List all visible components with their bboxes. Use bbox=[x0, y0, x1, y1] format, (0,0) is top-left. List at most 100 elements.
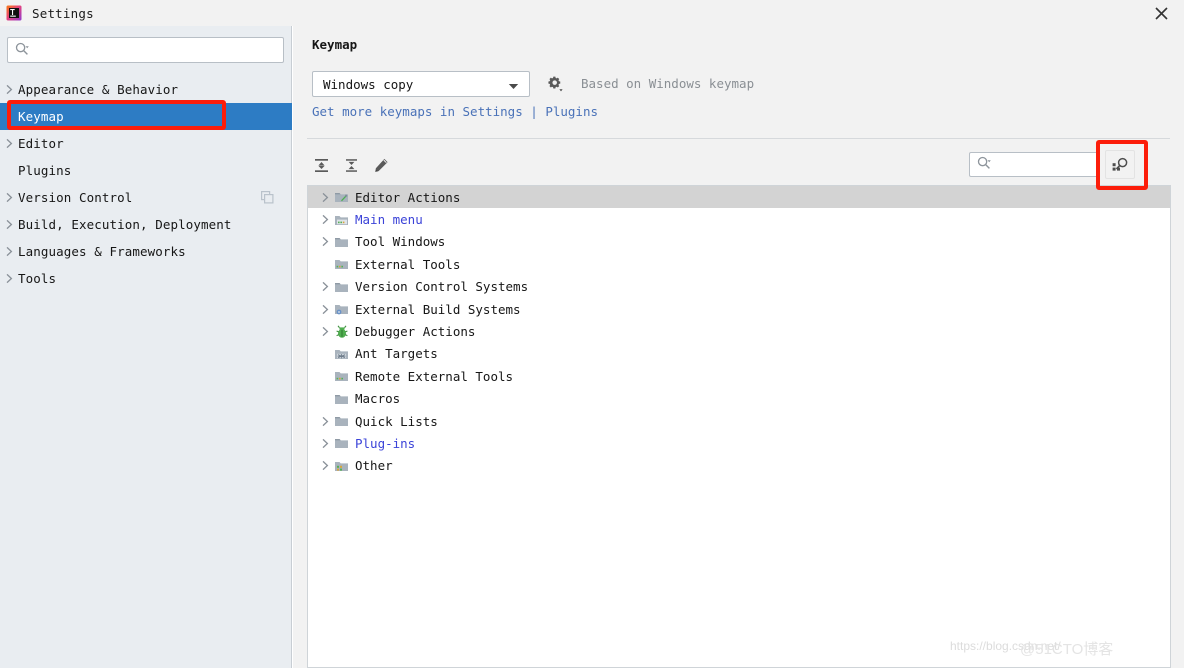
folder-icon bbox=[334, 279, 350, 295]
chevron-right-icon[interactable] bbox=[316, 455, 334, 477]
search-input[interactable] bbox=[33, 42, 283, 58]
action-filter-input[interactable] bbox=[995, 156, 1097, 173]
action-tree-row-label: Plug-ins bbox=[355, 435, 416, 451]
chevron-right-icon[interactable] bbox=[316, 186, 334, 208]
action-tree-row-label: Debugger Actions bbox=[355, 324, 476, 340]
collapse-all-icon bbox=[345, 158, 357, 172]
action-tree-row-label: External Build Systems bbox=[355, 301, 521, 317]
debugger-bug-icon bbox=[334, 324, 350, 340]
chevron-right-icon[interactable] bbox=[316, 432, 334, 454]
action-tree-row-debugger-actions[interactable]: Debugger Actions bbox=[308, 320, 1170, 342]
expand-all-button[interactable] bbox=[307, 151, 335, 179]
watermark-overlay: @51CTO博客 bbox=[1020, 641, 1114, 658]
no-chevron-spacer bbox=[316, 365, 334, 387]
sidebar-item-plugins[interactable]: Plugins bbox=[0, 157, 292, 184]
action-tree-row-version-control-systems[interactable]: Version Control Systems bbox=[308, 276, 1170, 298]
action-tree-row-label: External Tools bbox=[355, 256, 461, 272]
chevron-right-icon[interactable] bbox=[0, 238, 18, 265]
sidebar-item-label: Version Control bbox=[18, 190, 133, 205]
sidebar-tree: Appearance & Behavior Keymap Editor Plug… bbox=[0, 76, 292, 292]
action-tree[interactable]: Editor Actions Main menu Tool Windows Ex… bbox=[307, 185, 1170, 668]
toolbar-divider bbox=[307, 138, 1170, 139]
action-tree-row-quick-lists[interactable]: Quick Lists bbox=[308, 410, 1170, 432]
keymap-toolbar bbox=[307, 148, 397, 182]
action-tree-row-other[interactable]: Other bbox=[308, 455, 1170, 477]
action-tree-row-external-tools[interactable]: External Tools bbox=[308, 253, 1170, 275]
no-chevron-spacer bbox=[0, 157, 18, 184]
no-chevron-spacer bbox=[316, 343, 334, 365]
main-menu-folder-icon bbox=[334, 212, 350, 228]
action-tree-row-label: Ant Targets bbox=[355, 346, 438, 362]
find-by-shortcut-button[interactable] bbox=[1105, 150, 1135, 179]
gear-icon bbox=[548, 76, 563, 92]
sidebar-item-label: Build, Execution, Deployment bbox=[18, 217, 232, 232]
sidebar-item-tools[interactable]: Tools bbox=[0, 265, 292, 292]
keymap-settings-gear-button[interactable] bbox=[543, 71, 569, 97]
chevron-right-icon[interactable] bbox=[316, 276, 334, 298]
chevron-right-icon[interactable] bbox=[0, 76, 18, 103]
chevron-right-icon[interactable] bbox=[0, 211, 18, 238]
action-tree-row-label: Remote External Tools bbox=[355, 368, 514, 384]
edit-pencil-icon bbox=[374, 158, 388, 172]
chevron-right-icon[interactable] bbox=[0, 130, 18, 157]
keymap-settings-panel: Keymap Windows copy Based on Windows key… bbox=[293, 26, 1184, 668]
expand-all-icon bbox=[314, 158, 328, 172]
action-tree-row-plug-ins[interactable]: Plug-ins bbox=[308, 432, 1170, 454]
action-tree-row-label: Other bbox=[355, 458, 393, 474]
no-chevron-spacer bbox=[316, 253, 334, 275]
action-tree-row-label: Quick Lists bbox=[355, 413, 438, 429]
close-icon[interactable] bbox=[1138, 0, 1184, 26]
chevron-right-icon[interactable] bbox=[0, 184, 18, 211]
chevron-right-icon[interactable] bbox=[316, 410, 334, 432]
action-tree-row-label: Editor Actions bbox=[355, 189, 461, 205]
external-tools-folder-icon bbox=[334, 256, 350, 272]
link-separator: | bbox=[522, 104, 546, 119]
get-more-keymaps-row: Get more keymaps in Settings | Plugins bbox=[312, 104, 598, 119]
chevron-right-icon[interactable] bbox=[316, 209, 334, 231]
action-tree-row-label: Main menu bbox=[355, 212, 423, 228]
folder-icon bbox=[334, 234, 350, 250]
get-more-keymaps-prefix: Get more keymaps in bbox=[312, 104, 463, 119]
sidebar-item-editor[interactable]: Editor bbox=[0, 130, 292, 157]
folder-icon bbox=[334, 435, 350, 451]
title-bar: Settings bbox=[0, 0, 1184, 26]
chevron-right-icon[interactable] bbox=[316, 321, 334, 343]
ant-folder-icon bbox=[334, 346, 350, 362]
intellij-idea-icon bbox=[6, 5, 22, 21]
chevron-right-icon[interactable] bbox=[316, 298, 334, 320]
chevron-right-icon[interactable] bbox=[316, 231, 334, 253]
build-folder-icon bbox=[334, 301, 350, 317]
action-tree-scrollbar[interactable] bbox=[1170, 185, 1184, 668]
watermark: https://blog.csdn.net/ @51CTO博客 bbox=[950, 639, 1113, 658]
plugins-link[interactable]: Plugins bbox=[545, 104, 598, 119]
chevron-right-icon[interactable] bbox=[0, 265, 18, 292]
action-tree-row-editor-actions[interactable]: Editor Actions bbox=[308, 186, 1170, 209]
search-icon bbox=[977, 155, 991, 174]
sidebar-item-label: Plugins bbox=[18, 163, 72, 178]
action-tree-row-ant-targets[interactable]: Ant Targets bbox=[308, 343, 1170, 365]
no-chevron-spacer bbox=[0, 103, 18, 130]
action-tree-row-external-build-systems[interactable]: External Build Systems bbox=[308, 298, 1170, 320]
search-icon bbox=[15, 41, 29, 60]
sidebar-item-keymap[interactable]: Keymap bbox=[0, 103, 292, 130]
sidebar-item-version-control[interactable]: Version Control bbox=[0, 184, 292, 211]
edit-shortcut-button[interactable] bbox=[367, 151, 395, 179]
action-tree-row-main-menu[interactable]: Main menu bbox=[308, 208, 1170, 230]
sidebar-item-languages-frameworks[interactable]: Languages & Frameworks bbox=[0, 238, 292, 265]
collapse-all-button[interactable] bbox=[337, 151, 365, 179]
keymap-dropdown[interactable]: Windows copy bbox=[312, 71, 530, 97]
action-tree-row-tool-windows[interactable]: Tool Windows bbox=[308, 231, 1170, 253]
action-tree-row-label: Version Control Systems bbox=[355, 279, 529, 295]
action-tree-row-macros[interactable]: Macros bbox=[308, 388, 1170, 410]
window-title: Settings bbox=[32, 5, 94, 21]
sidebar-item-appearance-behavior[interactable]: Appearance & Behavior bbox=[0, 76, 292, 103]
action-tree-row-label: Macros bbox=[355, 391, 401, 407]
sidebar-item-build-execution-deployment[interactable]: Build, Execution, Deployment bbox=[0, 211, 292, 238]
sidebar-search-field[interactable] bbox=[7, 37, 284, 63]
action-tree-row-label: Tool Windows bbox=[355, 234, 446, 250]
based-on-label: Based on Windows keymap bbox=[581, 76, 755, 91]
chevron-down-icon bbox=[508, 75, 519, 94]
action-filter-field[interactable] bbox=[969, 152, 1098, 177]
action-tree-row-remote-external-tools[interactable]: Remote External Tools bbox=[308, 365, 1170, 387]
settings-link[interactable]: Settings bbox=[463, 104, 523, 119]
